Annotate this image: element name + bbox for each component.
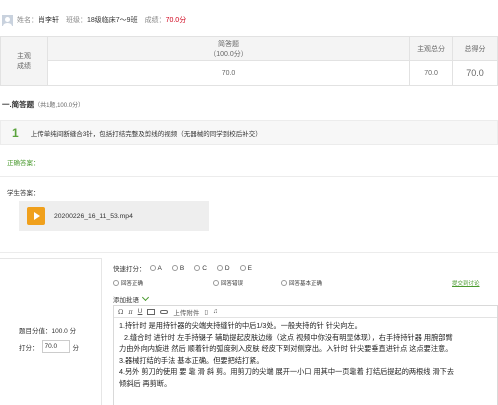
radio-icon[interactable] xyxy=(216,265,223,271)
radio-icon[interactable] xyxy=(194,265,201,271)
divider xyxy=(0,252,498,253)
avatar-icon xyxy=(2,14,13,26)
comment-option-correct[interactable]: 回答正确 xyxy=(113,279,143,287)
subjective-label-line2: 成绩 xyxy=(16,63,31,70)
student-class-label: 班级： xyxy=(66,17,87,24)
note-editor[interactable]: Ω π U 上传附件 ▯ ♫ 1.持针时 是用持针器的尖端夹持缝针的中后1/3处… xyxy=(113,305,498,405)
grade-option-e[interactable]: E xyxy=(239,264,252,272)
comment-option-label: 回答正确 xyxy=(121,281,144,287)
grade-option-label: E xyxy=(247,264,252,272)
add-note-label[interactable]: 添加批语 xyxy=(113,294,139,304)
underline-icon[interactable]: U xyxy=(138,308,143,315)
grade-option-label: B xyxy=(179,264,185,272)
pi-icon[interactable]: π xyxy=(128,308,132,316)
student-info-bar: 姓名： 肖李轩 班级： 18级临床7～9班 成绩： 70.0分 xyxy=(0,13,498,27)
grade-option-d[interactable]: D xyxy=(216,264,230,272)
total-value: 70.0 xyxy=(452,60,498,86)
question-number: 1 xyxy=(12,125,19,140)
chevron-down-icon[interactable] xyxy=(141,293,150,302)
editor-line: 3.器械打结的手法 基本正确。但要把结打紧。 xyxy=(119,355,264,365)
grade-option-label: A xyxy=(157,264,162,272)
divider xyxy=(0,176,498,177)
comment-option-wrong[interactable]: 回答错误 xyxy=(213,279,243,287)
student-name: 肖李轩 xyxy=(38,17,59,24)
question-box: 1 上传单纯间断缝合3针，包括打结完整及剪线的视频（无器械的同学到校后补交） xyxy=(0,120,498,145)
comment-option-mostly-correct[interactable]: 回答基本正确 xyxy=(281,279,322,287)
image-icon[interactable] xyxy=(147,308,156,315)
subjective-label-line1: 主观 xyxy=(16,53,31,60)
grade-option-b[interactable]: B xyxy=(171,264,185,272)
link-icon[interactable] xyxy=(160,309,169,314)
subjective-total-value: 70.0 xyxy=(409,60,454,86)
quick-grade-row: 快速打分： A B C D E xyxy=(113,263,262,274)
total-header: 总得分 xyxy=(452,36,498,61)
editor-line: 倾斜后 再剪断。 xyxy=(119,378,172,388)
submit-to-discussion-link[interactable]: 提交到讨论 xyxy=(452,279,480,287)
attachment-file-name[interactable]: 20200226_16_11_53.mp4 xyxy=(54,213,133,220)
radio-icon[interactable] xyxy=(281,280,287,286)
correct-answer-label: 正确答案： xyxy=(7,160,40,167)
file-icon[interactable]: ▯ xyxy=(204,308,208,316)
student-class: 18级临床7～9班 xyxy=(87,17,138,24)
score-label: 打分： xyxy=(19,344,39,352)
student-score: 70.0分 xyxy=(165,17,187,24)
omega-icon[interactable]: Ω xyxy=(118,308,123,316)
section-title: 一.简答题（共1题,100.0分） xyxy=(2,99,84,110)
grade-option-label: C xyxy=(202,264,207,272)
editor-line: 4.另外 剪刀的使用 要 靠 滑 斜 剪。用剪刀的尖端 展开一小口 用其中一页靠… xyxy=(119,367,455,376)
music-icon[interactable]: ♫ xyxy=(213,308,218,315)
qa-score-value: 70.0 xyxy=(46,60,411,86)
radio-icon[interactable] xyxy=(213,280,219,286)
radio-icon[interactable] xyxy=(239,265,246,271)
grade-option-a[interactable]: A xyxy=(149,264,162,272)
qa-column-points: （100.0分） xyxy=(209,50,248,58)
qa-column-header: 简答题 （100.0分） xyxy=(46,36,411,61)
full-score-text: 题目分值：100.0 分 xyxy=(19,328,77,335)
editor-line: 1.持针时 是用持针器的尖端夹持缝针的中后1/3处。一般夹持的针 针尖向左。 xyxy=(119,321,362,330)
radio-icon[interactable] xyxy=(149,265,156,271)
student-answer-label: 学生答案： xyxy=(7,190,40,197)
section-meta: （共1题,100.0分） xyxy=(34,103,85,109)
radio-icon[interactable] xyxy=(113,280,119,286)
grade-option-label: D xyxy=(224,264,230,272)
subjective-total-header: 主观总分 xyxy=(409,36,454,61)
add-note-toggle[interactable]: 添加批语 xyxy=(113,293,150,304)
editor-line: 2.缝合时 进针时 左手持镊子 辅助提起皮肤边缘（这点 视频中你没有明显体现），… xyxy=(124,332,453,342)
student-name-label: 姓名： xyxy=(17,17,38,24)
subjective-score-label: 主观 成绩 xyxy=(0,36,48,86)
question-text: 上传单纯间断缝合3针，包括打结完整及剪线的视频（无器械的同学到校后补交） xyxy=(30,130,262,138)
editor-line: 力由外向内旋进 然后 顺着针的弧度刺入皮肤 经皮下到对侧穿出。入针时 针尖要垂直… xyxy=(119,344,453,353)
score-input[interactable] xyxy=(41,340,70,353)
editor-body[interactable]: 1.持针时 是用持针器的尖端夹持缝针的中后1/3处。一般夹持的针 针尖向左。 2… xyxy=(114,318,497,389)
video-attachment[interactable]: 20200226_16_11_53.mp4 xyxy=(19,201,209,231)
score-unit: 分 xyxy=(72,344,80,352)
comment-option-label: 回答基本正确 xyxy=(289,281,323,287)
upload-attachment-button[interactable]: 上传附件 xyxy=(173,307,199,317)
score-row: 打分： 分 xyxy=(19,340,79,353)
quick-grade-label: 快速打分： xyxy=(113,266,146,273)
qa-column-title: 简答题 xyxy=(218,40,239,48)
score-table: 主观 成绩 简答题 （100.0分） 主观总分 总得分 70.0 70.0 70… xyxy=(0,36,498,86)
section-title-text: 一.简答题 xyxy=(2,100,35,109)
play-icon[interactable] xyxy=(27,207,45,225)
editor-toolbar: Ω π U 上传附件 ▯ ♫ xyxy=(114,306,497,318)
student-score-label: 成绩： xyxy=(144,17,166,24)
radio-icon[interactable] xyxy=(171,265,178,271)
grade-option-c[interactable]: C xyxy=(194,265,207,272)
comment-option-label: 回答错误 xyxy=(221,281,244,287)
